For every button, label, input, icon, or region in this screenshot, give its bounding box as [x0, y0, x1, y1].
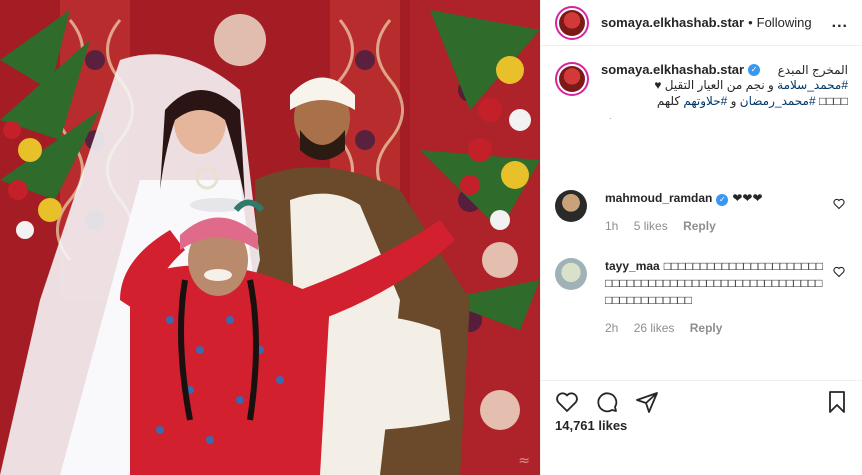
comment-text-line: mahmoud_ramdan ✓ ❤❤❤: [605, 190, 825, 207]
comment-item: mahmoud_ramdan ✓ ❤❤❤ 1h 5 likes Reply: [541, 190, 862, 233]
caption-line-1: المخرج المبدع: [777, 62, 848, 77]
caption-top-line: somaya.elkhashab.star ✓ المخرج المبدع: [601, 62, 848, 77]
send-icon[interactable]: [635, 390, 659, 414]
wedding-photo-illustration: ≈: [0, 0, 540, 475]
caption-line-4: .: [609, 111, 612, 121]
comment-meta: 1h 5 likes Reply: [605, 219, 825, 233]
reply-button[interactable]: Reply: [690, 321, 723, 335]
post-view: ≈ somaya.elkhashab.star • Following ... …: [0, 0, 862, 475]
comment-text-line: tayy_maa □□□□□□□□□□□□□□□□□□□□□□□□□□□□□□□□…: [605, 258, 825, 309]
comment-likes[interactable]: 5 likes: [634, 219, 668, 233]
post-photo[interactable]: ≈: [0, 0, 540, 475]
more-options-icon[interactable]: ...: [832, 14, 848, 32]
comment-time: 1h: [605, 219, 619, 233]
post-side-panel: somaya.elkhashab.star • Following ... so…: [540, 0, 862, 475]
avatar[interactable]: [555, 5, 589, 40]
caption-text: كلهم: [656, 94, 681, 108]
header-username[interactable]: somaya.elkhashab.star: [601, 15, 744, 30]
svg-text:≈: ≈: [518, 453, 530, 469]
comment-avatar[interactable]: [555, 258, 587, 290]
comment-username[interactable]: mahmoud_ramdan: [605, 191, 712, 205]
caption-text: و نجم من العيار التقيل ♥: [654, 78, 774, 92]
caption-line-2: #محمد_سلامة و نجم من العيار التقيل ♥: [601, 77, 848, 93]
post-header: somaya.elkhashab.star • Following ...: [541, 0, 862, 46]
caption-emoji: □□□□: [819, 94, 848, 108]
separator-dot: •: [748, 15, 753, 30]
following-button[interactable]: Following: [757, 15, 812, 30]
comment-text: ❤❤❤: [732, 191, 763, 205]
verified-badge-icon: ✓: [716, 194, 729, 206]
comment-likes[interactable]: 26 likes: [634, 321, 675, 335]
bookmark-icon[interactable]: [825, 390, 849, 414]
likes-count[interactable]: 14,761 likes: [555, 418, 627, 433]
hashtag-link[interactable]: #محمد_سلامة: [777, 78, 848, 92]
comment-like-heart-icon[interactable]: [833, 198, 845, 210]
verified-badge-icon: ✓: [748, 63, 761, 76]
comment-icon[interactable]: [595, 390, 619, 414]
caption-avatar[interactable]: [555, 62, 589, 96]
comment-username[interactable]: tayy_maa: [605, 259, 660, 273]
comment-like-heart-icon[interactable]: [833, 266, 845, 278]
comment-body: mahmoud_ramdan ✓ ❤❤❤ 1h 5 likes Reply: [605, 190, 825, 233]
comment-item: tayy_maa □□□□□□□□□□□□□□□□□□□□□□□□□□□□□□□□…: [541, 258, 862, 335]
reply-button[interactable]: Reply: [683, 219, 716, 233]
heart-outline-icon[interactable]: [555, 390, 579, 414]
caption: somaya.elkhashab.star ✓ المخرج المبدع #م…: [541, 46, 862, 121]
hashtag-link[interactable]: #حلاوتهم: [683, 94, 727, 108]
caption-line-3: □□□□ #محمد_رمضان و #حلاوتهم كلهم: [601, 93, 848, 109]
caption-body: somaya.elkhashab.star ✓ المخرج المبدع #م…: [601, 62, 848, 121]
caption-username[interactable]: somaya.elkhashab.star: [601, 62, 744, 77]
comment-body: tayy_maa □□□□□□□□□□□□□□□□□□□□□□□□□□□□□□□□…: [605, 258, 825, 335]
action-bar: [541, 380, 862, 416]
hashtag-link[interactable]: #محمد_رمضان: [740, 94, 816, 108]
comment-meta: 2h 26 likes Reply: [605, 321, 825, 335]
comment-avatar[interactable]: [555, 190, 587, 222]
comment-time: 2h: [605, 321, 619, 335]
caption-text: و: [730, 94, 737, 108]
